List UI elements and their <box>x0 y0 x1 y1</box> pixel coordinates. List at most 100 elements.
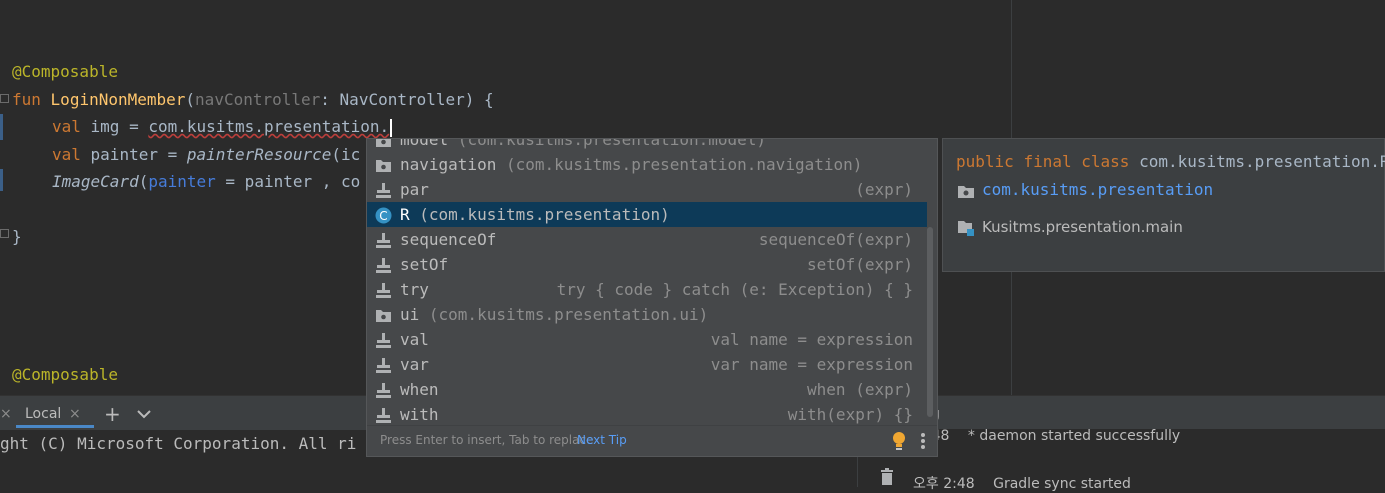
code-line-imagecard: ImageCard(painter = painter , co <box>52 169 360 195</box>
completion-item[interactable]: var var name = expression <box>367 352 927 377</box>
popup-scrollbar[interactable] <box>927 227 933 417</box>
more-options-icon[interactable] <box>920 431 926 455</box>
text-caret <box>390 118 393 137</box>
template-icon <box>375 181 392 198</box>
completion-item[interactable]: setOf setOf(expr) <box>367 252 927 277</box>
chevron-down-icon[interactable] <box>136 400 152 428</box>
completion-item-detail: (com.kusitms.presentation.model) <box>448 138 767 149</box>
keyword: val <box>52 145 81 164</box>
code-line-annotation-2: @Composable <box>12 362 118 388</box>
add-tab-button[interactable]: + <box>104 400 121 428</box>
fold-marker-icon[interactable] <box>0 94 9 103</box>
completion-item-hint: var name = expression <box>710 355 913 374</box>
completion-item-label: par <box>400 180 429 199</box>
punct: : <box>320 90 340 109</box>
close-icon[interactable]: × <box>0 400 12 428</box>
template-icon <box>375 281 392 298</box>
completion-item[interactable]: with with(expr) {} <box>367 402 927 427</box>
completion-item[interactable]: par (expr) <box>367 177 927 202</box>
code-expression: com.kusitms.presentation. <box>148 117 390 136</box>
fold-end-icon[interactable] <box>0 229 9 238</box>
template-icon <box>375 256 392 273</box>
build-row: 2:48 * daemon started successfully <box>918 428 1180 444</box>
completion-item-label: val <box>400 330 429 349</box>
completion-item[interactable]: sequenceOf sequenceOf(expr) <box>367 227 927 252</box>
tab-label: Local <box>25 406 62 422</box>
completion-item[interactable]: C R (com.kusitms.presentation) <box>367 202 927 227</box>
completion-item[interactable]: when when (expr) <box>367 377 927 402</box>
code-line-img: val img = com.kusitms.presentation. <box>52 114 393 140</box>
package-icon <box>375 306 392 323</box>
build-row: 오후 2:48 Gradle sync started <box>913 473 1131 493</box>
completion-item[interactable]: navigation (com.kusitms.presentation.nav… <box>367 152 927 177</box>
completion-item-detail: (com.kusitms.presentation.navigation) <box>496 155 863 174</box>
completion-item[interactable]: try try { code } catch (e: Exception) { } <box>367 277 927 302</box>
completion-item[interactable]: model (com.kusitms.presentation.model) <box>367 138 927 152</box>
code-text: (ic <box>331 145 361 164</box>
code-text: img = <box>80 117 149 136</box>
annotation-text: @Composable <box>12 365 118 384</box>
completion-item[interactable]: ui (com.kusitms.presentation.ui) <box>367 302 927 327</box>
tab-local[interactable]: Local × <box>16 400 94 428</box>
punct: ) { <box>464 90 494 109</box>
keyword: val <box>52 117 81 136</box>
package-icon <box>957 183 975 203</box>
change-marker <box>0 114 3 140</box>
completion-item-label: try <box>400 280 429 299</box>
package-icon <box>375 139 392 148</box>
next-tip-link[interactable]: Next Tip <box>577 433 627 447</box>
template-icon <box>375 331 392 348</box>
build-message: * daemon started successfully <box>967 428 1181 444</box>
template-icon <box>375 381 392 398</box>
completion-item[interactable]: val val name = expression <box>367 327 927 352</box>
package-icon <box>375 156 392 173</box>
completion-item-detail: (com.kusitms.presentation.ui) <box>419 305 709 324</box>
module-icon <box>957 219 975 241</box>
punct: ( <box>185 90 196 109</box>
completion-item-label: with <box>400 405 439 424</box>
annotation-text: @Composable <box>12 62 118 81</box>
completion-item-hint: when (expr) <box>807 380 913 399</box>
doc-package-link[interactable]: com.kusitms.presentation <box>982 180 1213 199</box>
completion-footer: Press Enter to insert, Tab to replace Ne… <box>367 425 937 456</box>
function-call: ImageCard <box>52 172 139 191</box>
code-completion-popup[interactable]: model (com.kusitms.presentation.model) na… <box>366 138 938 457</box>
completion-item-label: ui (com.kusitms.presentation.ui) <box>400 305 709 324</box>
type-name: NavController <box>339 90 465 109</box>
keyword: public <box>956 152 1014 171</box>
svg-text:C: C <box>379 209 387 223</box>
delete-icon[interactable] <box>880 467 894 487</box>
keyword: class <box>1081 152 1130 171</box>
completion-item-label: when <box>400 380 439 399</box>
code-line-close-brace: } <box>12 224 22 250</box>
doc-signature: public final class com.kusitms.presentat… <box>956 152 1385 171</box>
close-tab-icon[interactable]: × <box>69 400 81 428</box>
template-icon <box>375 406 392 423</box>
completion-item-hint: setOf(expr) <box>807 255 913 274</box>
completion-item-hint: val name = expression <box>710 330 913 349</box>
completion-item-hint: (expr) <box>855 180 913 199</box>
class-fqname: com.kusitms.presentation.R <box>1139 152 1385 171</box>
keyword: fun <box>12 90 41 109</box>
punct: ( <box>138 172 149 191</box>
code-line-function: fun LoginNonMember(navController: NavCon… <box>12 87 494 113</box>
change-marker <box>0 169 3 191</box>
completion-item-label: model (com.kusitms.presentation.model) <box>400 138 767 152</box>
lightbulb-icon[interactable] <box>891 431 907 455</box>
code-text: = painter , co <box>215 172 361 191</box>
completion-item-label: sequenceOf <box>400 230 497 249</box>
code-text: painter = <box>80 145 187 164</box>
parameter-name: navController <box>195 90 321 109</box>
build-message: Gradle sync started <box>993 476 1131 492</box>
completion-item-hint: with(expr) {} <box>787 405 913 424</box>
completion-item-hint: sequenceOf(expr) <box>758 230 913 249</box>
class-icon: C <box>375 206 392 224</box>
build-time: 오후 2:48 <box>913 476 975 492</box>
terminal-output[interactable]: ght (C) Microsoft Corporation. All ri <box>0 434 356 453</box>
brace: } <box>12 227 22 246</box>
named-argument: painter <box>148 172 216 191</box>
template-icon <box>375 356 392 373</box>
code-line-painter: val painter = painterResource(ic <box>52 142 360 168</box>
completion-item-label: setOf <box>400 255 449 274</box>
completion-item-detail: (com.kusitms.presentation) <box>409 205 670 224</box>
